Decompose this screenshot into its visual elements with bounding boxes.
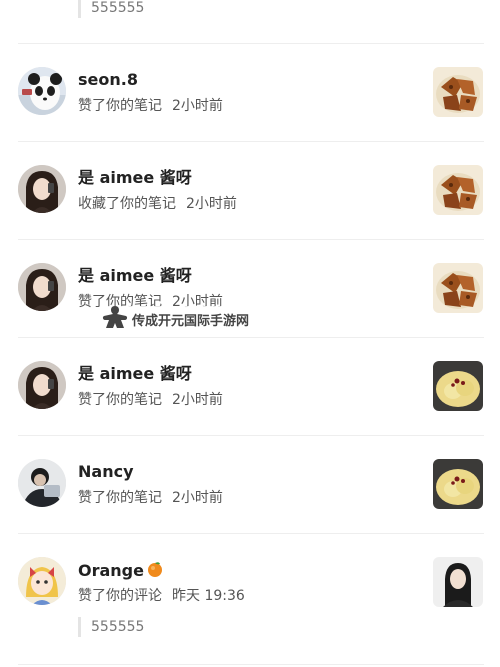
girl-avatar[interactable] xyxy=(18,263,66,311)
action-text: 赞了你的笔记 xyxy=(78,98,162,114)
panda-avatar[interactable] xyxy=(18,67,66,115)
comment-quote: 555555 xyxy=(78,617,144,637)
action-line: 赞了你的笔记 2小时前 xyxy=(78,391,223,409)
anime-girl-avatar[interactable] xyxy=(18,557,66,605)
girl-avatar[interactable] xyxy=(18,165,66,213)
action-line: 赞了你的笔记 2小时前 xyxy=(78,489,223,507)
action-text: 赞了你的评论 xyxy=(78,588,162,604)
fried-food-thumbnail[interactable] xyxy=(433,165,483,215)
watermark: 传成开元国际手游网 xyxy=(102,305,250,333)
username[interactable]: Orange xyxy=(78,560,164,583)
notification-item[interactable]: 是 aimee 酱呀 收藏了你的笔记 2小时前 xyxy=(0,142,500,240)
orange-emoji-icon xyxy=(146,560,164,583)
notification-item[interactable]: Nancy 赞了你的笔记 2小时前 xyxy=(0,436,500,534)
action-text: 赞了你的笔记 xyxy=(78,392,162,408)
pear-dessert-thumbnail[interactable] xyxy=(433,361,483,411)
notification-item[interactable]: 是 aimee 酱呀 赞了你的笔记 2小时前 xyxy=(0,338,500,436)
notification-item[interactable]: seon.8 赞了你的笔记 2小时前 xyxy=(0,44,500,142)
notification-list: 555555 seon.8 赞了你的笔记 2小时前 是 aimee 酱呀 收藏了… xyxy=(0,0,500,667)
username[interactable]: 是 aimee 酱呀 xyxy=(78,168,192,188)
divider xyxy=(18,664,484,665)
pear-dessert-thumbnail[interactable] xyxy=(433,459,483,509)
fried-food-thumbnail[interactable] xyxy=(433,67,483,117)
action-text: 收藏了你的笔记 xyxy=(78,196,176,212)
action-line: 收藏了你的笔记 2小时前 xyxy=(78,195,237,213)
username[interactable]: 是 aimee 酱呀 xyxy=(78,364,192,384)
notification-item[interactable]: 是 aimee 酱呀 赞了你的笔记 2小时前 xyxy=(0,240,500,338)
timestamp: 2小时前 xyxy=(172,98,223,114)
timestamp: 2小时前 xyxy=(172,490,223,506)
fried-food-thumbnail[interactable] xyxy=(433,263,483,313)
action-text: 赞了你的笔记 xyxy=(78,490,162,506)
person-avatar[interactable] xyxy=(18,459,66,507)
timestamp: 昨天 19:36 xyxy=(172,588,245,604)
username[interactable]: Nancy xyxy=(78,462,134,482)
portrait-thumbnail[interactable] xyxy=(433,557,483,607)
username-text: Orange xyxy=(78,561,144,580)
meeple-icon xyxy=(102,305,128,333)
comment-quote: 555555 xyxy=(78,0,144,18)
username[interactable]: seon.8 xyxy=(78,70,138,90)
timestamp: 2小时前 xyxy=(186,196,237,212)
username[interactable]: 是 aimee 酱呀 xyxy=(78,266,192,286)
timestamp: 2小时前 xyxy=(172,392,223,408)
girl-avatar[interactable] xyxy=(18,361,66,409)
action-line: 赞了你的笔记 2小时前 xyxy=(78,97,223,115)
watermark-text: 传成开元国际手游网 xyxy=(132,313,250,329)
action-line: 赞了你的评论 昨天 19:36 xyxy=(78,587,245,605)
notification-item[interactable]: Orange 赞了你的评论 昨天 19:36 555555 xyxy=(0,534,500,664)
